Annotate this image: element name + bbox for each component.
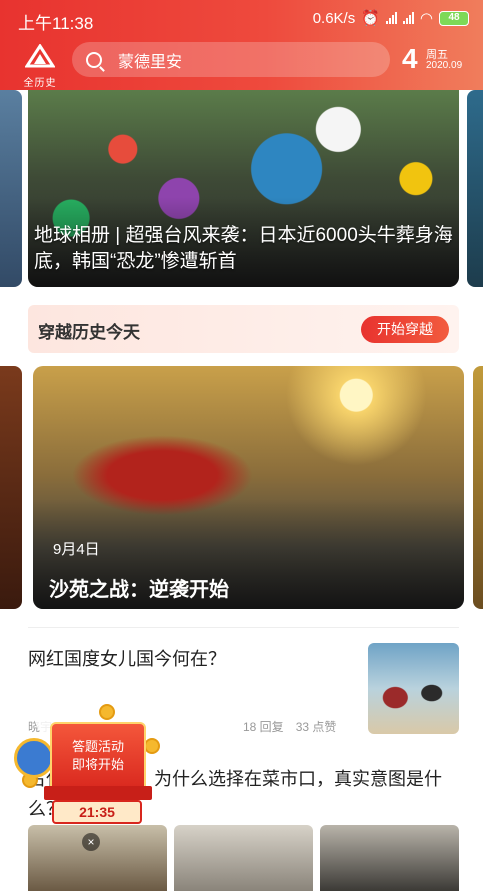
app-logo[interactable]: 全历史 (18, 43, 62, 89)
status-time: 上午11:38 (18, 14, 94, 33)
history-today-header: 穿越历史今天 开始穿越 (28, 305, 459, 353)
article-stats: 18 回复 33 点赞 (243, 718, 336, 735)
status-bar: 上午11:38 0.6K/s ⏰ ◠ 48 (0, 0, 483, 38)
date-day: 4 (402, 43, 418, 74)
history-next-card[interactable] (473, 366, 483, 609)
start-travel-button[interactable]: 开始穿越 (361, 316, 449, 343)
wifi-icon: ◠ (419, 10, 433, 27)
search-icon (86, 51, 102, 68)
article-likes: 33 点赞 (295, 720, 337, 734)
coin-icon (99, 704, 115, 720)
logo-label: 全历史 (23, 78, 57, 89)
search-placeholder: 蒙德里安 (118, 53, 183, 71)
article-title[interactable]: 网红国度女儿国今何在？ (28, 645, 348, 671)
quiz-floating-widget[interactable]: 答题活动 即将开始 21:35 × (4, 690, 164, 851)
carousel-prev-card[interactable] (0, 90, 22, 287)
history-card-date: 9月4日 (53, 541, 100, 558)
alarm-icon: ⏰ (361, 10, 380, 27)
article-replies: 18 回复 (243, 720, 284, 734)
history-card-title: 沙苑之战：逆袭开始 (49, 579, 229, 601)
calendar-date[interactable]: 4 周五 2020.09 (402, 44, 478, 76)
quiz-timer: 21:35 (52, 800, 142, 824)
coin-icon (144, 738, 160, 754)
article-thumbnail[interactable] (368, 643, 459, 734)
app-header: 上午11:38 0.6K/s ⏰ ◠ 48 全历史 蒙德里安 4 周五 2020… (0, 0, 483, 90)
feature-banner[interactable]: 地球相册 | 超强台风来袭：日本近6000头牛葬身海底，韩国“恐龙”惨遭斩首 (28, 90, 459, 287)
status-icons: 0.6K/s ⏰ ◠ 48 (313, 9, 469, 27)
carousel-next-card[interactable] (467, 90, 483, 287)
battery-icon: 48 (439, 10, 469, 26)
quiz-ribbon (44, 786, 152, 800)
network-speed: 0.6K/s (312, 9, 356, 27)
history-prev-card[interactable] (0, 366, 22, 609)
quiz-line-2: 即将开始 (71, 757, 124, 772)
close-icon[interactable]: × (82, 833, 100, 851)
signal-icon (385, 12, 397, 24)
date-year-month: 2020.09 (426, 60, 463, 71)
article-image[interactable] (320, 825, 459, 891)
article-image[interactable] (174, 825, 313, 891)
quiz-line-1: 答题活动 (71, 739, 124, 754)
history-card[interactable]: 9月4日 沙苑之战：逆袭开始 (33, 366, 464, 609)
quiz-text: 答题活动 即将开始 (52, 738, 144, 774)
mascot-icon (14, 738, 54, 778)
history-today-label: 穿越历史今天 (38, 323, 140, 342)
signal-icon (402, 12, 414, 24)
feature-title: 地球相册 | 超强台风来袭：日本近6000头牛葬身海底，韩国“恐龙”惨遭斩首 (34, 225, 453, 272)
search-input[interactable]: 蒙德里安 (72, 42, 390, 77)
quiz-panel[interactable]: 答题活动 即将开始 (50, 722, 146, 794)
divider (28, 627, 459, 628)
logo-icon (24, 43, 56, 68)
